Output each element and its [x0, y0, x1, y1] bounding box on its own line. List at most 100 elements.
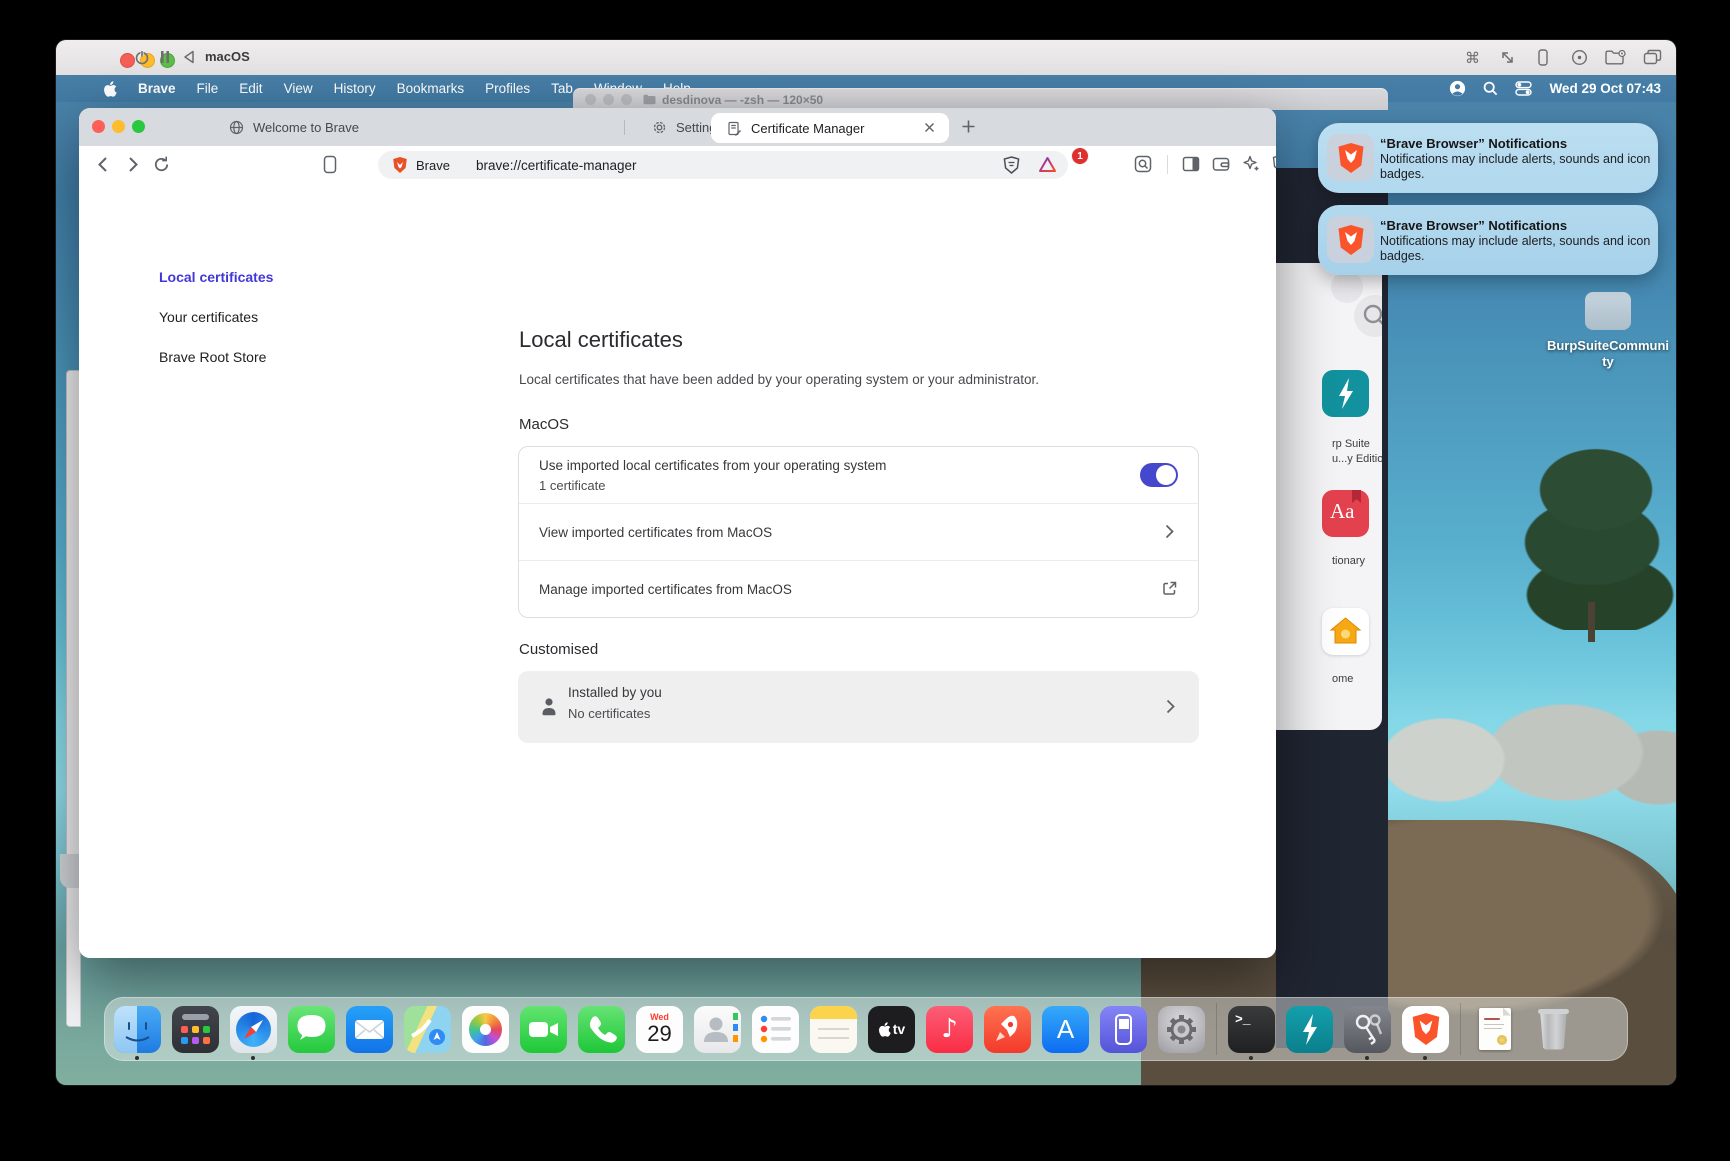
brave-shield-site-icon[interactable] [392, 156, 408, 174]
dock-divider [1460, 1003, 1461, 1055]
forward-button[interactable] [123, 155, 142, 174]
vpn-shield-icon[interactable] [1271, 154, 1276, 173]
dock-mail[interactable] [346, 1006, 393, 1053]
desktop-icon-label[interactable]: BurpSuiteCommunity [1546, 338, 1670, 370]
sidebar-item-brave-root-store[interactable]: Brave Root Store [159, 349, 266, 365]
dock-brave-browser[interactable] [1402, 1006, 1449, 1053]
menu-item-brave[interactable]: Brave [138, 81, 176, 96]
usb-device-icon[interactable] [1537, 49, 1549, 66]
disc-icon[interactable] [1571, 49, 1588, 66]
ios-search-icon[interactable] [1354, 295, 1382, 337]
power-icon[interactable] [133, 48, 151, 66]
dock-photos[interactable] [462, 1006, 509, 1053]
multi-window-icon[interactable] [1643, 49, 1662, 65]
dock-apple-tv[interactable]: tv [868, 1006, 915, 1053]
menu-item-bookmarks[interactable]: Bookmarks [397, 81, 465, 96]
ios-app-label: ome [1332, 673, 1382, 685]
step-back-icon[interactable] [182, 50, 196, 64]
brave-browser-window: Welcome to Brave Settings – Security Cer… [79, 108, 1276, 958]
notification-banner[interactable]: “Brave Browser” Notifications Notificati… [1318, 205, 1658, 275]
dock-certificate-file[interactable] [1472, 1006, 1519, 1053]
terminal-window-titlebar[interactable]: desdinova — -zsh — 120×50 [573, 88, 1388, 110]
apple-menu[interactable] [103, 81, 117, 97]
calendar-day: 29 [636, 1022, 683, 1046]
url-text[interactable]: brave://certificate-manager [476, 158, 637, 173]
tab-certificate-manager[interactable]: Certificate Manager [711, 113, 949, 143]
window-minimize-button[interactable] [112, 120, 125, 133]
leo-ai-sparkle-icon[interactable] [1242, 154, 1261, 173]
dock-remote-device[interactable] [1100, 1006, 1147, 1053]
rewards-badge: 1 [1071, 147, 1089, 165]
menu-bar-clock[interactable]: Wed 29 Oct 07:43 [1549, 81, 1661, 96]
dock-contacts[interactable] [694, 1006, 741, 1053]
menu-item-edit[interactable]: Edit [239, 81, 262, 96]
vm-window-title: macOS [205, 49, 250, 64]
dock-finder[interactable] [114, 1006, 161, 1053]
page-title: Local certificates [519, 327, 683, 353]
row-label: View imported certificates from MacOS [539, 525, 772, 540]
user-account-icon[interactable] [1449, 80, 1466, 97]
dock-app-store[interactable]: A [1042, 1006, 1089, 1053]
tab-label: Welcome to Brave [253, 120, 359, 135]
dock-rocket[interactable] [984, 1006, 1031, 1053]
bookmark-icon[interactable] [323, 155, 337, 174]
notification-body: Notifications may include alerts, sounds… [1380, 234, 1652, 263]
sidebar-item-your-certificates[interactable]: Your certificates [159, 309, 258, 325]
wallet-icon[interactable] [1212, 155, 1230, 173]
window-close-button[interactable] [92, 120, 105, 133]
dictionary-ios-icon[interactable]: Aa [1322, 490, 1369, 537]
dock-music[interactable]: ♪ [926, 1006, 973, 1053]
site-name: Brave [416, 158, 450, 173]
dock-facetime[interactable] [520, 1006, 567, 1053]
home-ios-icon[interactable] [1322, 608, 1369, 655]
toolbar: Brave brave://certificate-manager 1 [79, 146, 1276, 185]
installed-by-you-card[interactable]: Installed by you No certificates [518, 671, 1199, 743]
reload-button[interactable] [152, 155, 171, 174]
new-tab-button[interactable] [961, 119, 976, 134]
burpsuite-desktop-icon[interactable] [1585, 292, 1631, 330]
dock-notes[interactable] [810, 1006, 857, 1053]
command-key-icon[interactable]: ⌘ [1465, 49, 1480, 67]
brave-rewards-icon[interactable] [1038, 156, 1057, 174]
dock-burp-suite[interactable] [1286, 1006, 1333, 1053]
sidebar-item-local-certificates[interactable]: Local certificates [159, 269, 273, 285]
pause-icon[interactable] [159, 50, 171, 64]
burp-suite-ios-icon[interactable] [1322, 370, 1369, 417]
dock-maps[interactable] [404, 1006, 451, 1053]
vm-titlebar: macOS ⌘ [56, 40, 1676, 76]
menu-item-tab[interactable]: Tab [551, 81, 573, 96]
dock-calendar[interactable]: Wed 29 [636, 1006, 683, 1053]
menu-item-profiles[interactable]: Profiles [485, 81, 530, 96]
row-sublabel: No certificates [568, 706, 650, 721]
dock-phone[interactable] [578, 1006, 625, 1053]
search-in-box-icon[interactable] [1134, 155, 1152, 173]
dock-keychain-access[interactable] [1344, 1006, 1391, 1053]
dock-messages[interactable] [288, 1006, 335, 1053]
menu-item-history[interactable]: History [334, 81, 376, 96]
shared-folder-icon[interactable] [1605, 50, 1627, 65]
menu-item-view[interactable]: View [284, 81, 313, 96]
pine-tree [1496, 435, 1676, 630]
back-button[interactable] [94, 155, 113, 174]
dock-safari[interactable] [230, 1006, 277, 1053]
dock-terminal[interactable]: >_ [1228, 1006, 1275, 1053]
resize-arrows-icon[interactable] [1500, 50, 1515, 65]
music-note-glyph: ♪ [941, 1014, 958, 1044]
dock-reminders[interactable] [752, 1006, 799, 1053]
dock-system-settings[interactable] [1158, 1006, 1205, 1053]
dock-launchpad[interactable] [172, 1006, 219, 1053]
url-bar[interactable]: Brave brave://certificate-manager 1 [378, 151, 1068, 179]
tab-close-icon[interactable] [924, 122, 935, 133]
menu-item-file[interactable]: File [197, 81, 219, 96]
brave-shields-icon[interactable] [1003, 156, 1020, 174]
notification-banner[interactable]: “Brave Browser” Notifications Notificati… [1318, 123, 1658, 193]
manage-imported-certificates-row[interactable]: Manage imported certificates from MacOS [519, 560, 1198, 617]
window-zoom-button[interactable] [132, 120, 145, 133]
control-center-icon[interactable] [1515, 81, 1532, 96]
spotlight-search-icon[interactable] [1483, 81, 1498, 96]
use-imported-certificates-toggle[interactable] [1140, 463, 1178, 487]
sidebar-panel-icon[interactable] [1182, 155, 1200, 173]
dock-trash[interactable] [1530, 1006, 1577, 1053]
view-imported-certificates-row[interactable]: View imported certificates from MacOS [519, 503, 1198, 560]
tab-welcome[interactable]: Welcome to Brave [229, 108, 359, 146]
